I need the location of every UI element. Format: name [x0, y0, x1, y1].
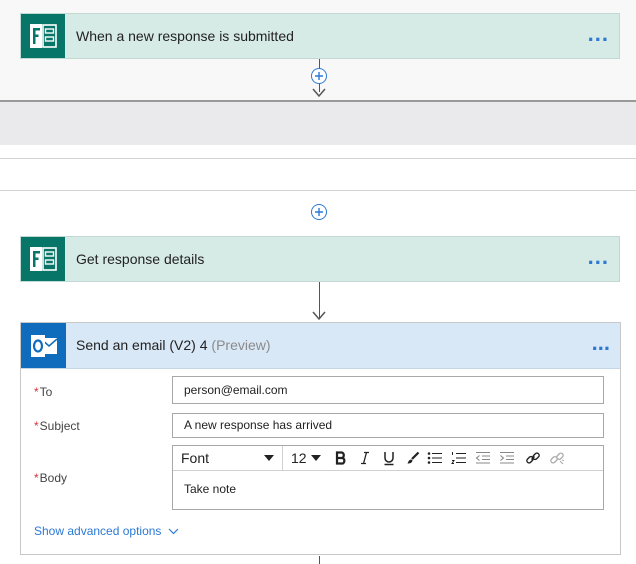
- remove-link-button[interactable]: [547, 448, 567, 468]
- numbered-list-button[interactable]: [449, 448, 469, 468]
- connector-line: [319, 556, 320, 564]
- indent-icon: [500, 451, 514, 464]
- send-email-header[interactable]: Send an email (V2) 4 (Preview) ...: [21, 323, 620, 369]
- chevron-down-icon: [168, 528, 179, 535]
- to-label-text: To: [39, 385, 53, 399]
- divider: [0, 190, 636, 191]
- show-advanced-options-text: Show advanced options: [34, 524, 162, 538]
- microsoft-forms-icon: [21, 237, 65, 281]
- editor-toolbar: Font 12: [173, 446, 603, 471]
- required-marker: *: [34, 419, 39, 433]
- send-email-more-options-button[interactable]: ...: [592, 323, 610, 368]
- divider: [0, 158, 636, 159]
- microsoft-forms-icon: [21, 14, 65, 58]
- font-family-value: Font: [181, 450, 210, 466]
- get-response-details-more-options-button[interactable]: ...: [588, 237, 609, 281]
- font-family-dropdown[interactable]: Font: [173, 446, 283, 470]
- chevron-down-icon: [311, 455, 321, 461]
- to-input[interactable]: person@email.com: [172, 376, 604, 404]
- body-rich-text-editor[interactable]: Font 12 Take note: [172, 445, 604, 510]
- send-email-title-text: Send an email (V2) 4: [76, 337, 208, 353]
- arrow-down-icon: [312, 311, 326, 321]
- body-label: *Body: [34, 471, 67, 485]
- body-label-text: Body: [39, 471, 68, 485]
- decrease-indent-button[interactable]: [473, 448, 493, 468]
- bullet-list-icon: [427, 452, 442, 464]
- add-step-button[interactable]: [311, 204, 327, 220]
- subject-input[interactable]: A new response has arrived: [172, 413, 604, 438]
- trigger-more-options-button[interactable]: ...: [588, 14, 609, 58]
- plus-icon: [315, 72, 323, 80]
- to-label: *To: [34, 385, 52, 399]
- send-email-title[interactable]: Send an email (V2) 4 (Preview): [76, 323, 271, 368]
- collapsed-section-band: [0, 100, 636, 145]
- italic-button[interactable]: [355, 448, 375, 468]
- required-marker: *: [34, 385, 39, 399]
- subject-label-text: Subject: [39, 419, 80, 433]
- underline-button[interactable]: [379, 448, 399, 468]
- font-color-button[interactable]: [403, 448, 423, 468]
- add-step-button-top[interactable]: [311, 68, 327, 84]
- arrow-down-icon: [312, 88, 326, 98]
- insert-link-button[interactable]: [523, 448, 543, 468]
- subject-label: *Subject: [34, 419, 80, 433]
- bold-icon: [335, 451, 346, 465]
- trigger-card[interactable]: When a new response is submitted ...: [20, 13, 620, 59]
- outdent-icon: [475, 451, 490, 464]
- bold-button[interactable]: [331, 448, 351, 468]
- body-content[interactable]: Take note: [184, 482, 236, 496]
- underline-icon: [384, 451, 394, 465]
- preview-badge: (Preview): [211, 337, 271, 353]
- bulleted-list-button[interactable]: [425, 448, 445, 468]
- paint-brush-icon: [407, 451, 420, 464]
- link-icon: [526, 452, 540, 464]
- italic-icon: [361, 451, 369, 465]
- chevron-down-icon: [264, 455, 274, 461]
- outlook-icon: [21, 323, 66, 368]
- get-response-details-title[interactable]: Get response details: [76, 237, 204, 281]
- send-email-card: Send an email (V2) 4 (Preview) ... *To p…: [20, 322, 621, 555]
- font-size-dropdown[interactable]: 12: [285, 446, 327, 470]
- font-size-value: 12: [291, 450, 307, 466]
- show-advanced-options-link[interactable]: Show advanced options: [34, 524, 179, 538]
- increase-indent-button[interactable]: [497, 448, 517, 468]
- required-marker: *: [34, 471, 39, 485]
- numbered-list-icon: [451, 452, 466, 464]
- trigger-title[interactable]: When a new response is submitted: [76, 14, 294, 58]
- plus-icon: [315, 208, 323, 216]
- get-response-details-card[interactable]: Get response details ...: [20, 236, 620, 282]
- unlink-icon: [550, 452, 565, 465]
